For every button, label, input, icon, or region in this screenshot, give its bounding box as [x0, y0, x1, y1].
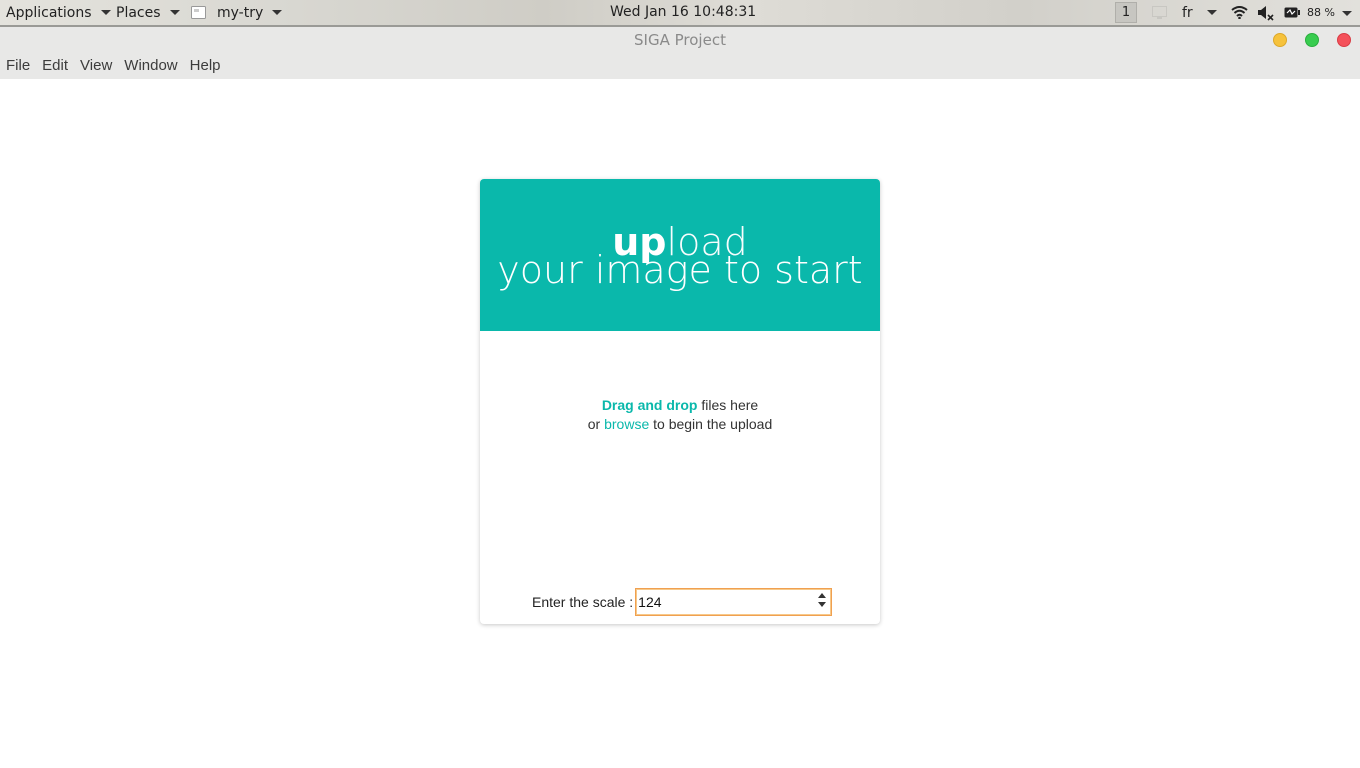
volume-muted-icon[interactable] — [1257, 5, 1275, 21]
clock[interactable]: Wed Jan 16 10:48:31 — [610, 0, 756, 25]
maximize-button[interactable] — [1305, 33, 1319, 47]
close-button[interactable] — [1337, 33, 1351, 47]
chevron-down-icon — [272, 10, 283, 15]
wifi-icon[interactable] — [1231, 6, 1248, 19]
upload-card[interactable]: upload your image to start Drag and drop… — [480, 179, 880, 624]
menu-bar: File Edit View Window Help — [0, 53, 1360, 79]
chevron-down-icon — [1206, 10, 1217, 15]
scale-label: Enter the scale : — [532, 594, 634, 610]
battery-icon[interactable] — [1284, 7, 1300, 18]
window-title: SIGA Project — [634, 31, 726, 49]
stepper-down-icon[interactable] — [818, 602, 827, 607]
top-panel: Applications Places my-try Wed Jan 16 10… — [0, 0, 1360, 27]
drop-zone[interactable]: Drag and drop files here or browse to be… — [480, 396, 880, 434]
stepper-up-icon[interactable] — [818, 593, 827, 598]
applications-menu[interactable]: Applications — [6, 0, 111, 25]
menu-edit[interactable]: Edit — [36, 53, 74, 79]
window-icon — [191, 6, 206, 19]
places-label: Places — [116, 4, 161, 21]
applications-label: Applications — [6, 4, 92, 21]
upload-header: upload your image to start — [480, 179, 880, 331]
chevron-down-icon — [169, 10, 180, 15]
scale-field[interactable] — [635, 588, 833, 616]
begin-upload-text: to begin the upload — [649, 416, 773, 432]
keyboard-layout-menu[interactable]: fr — [1182, 0, 1217, 25]
app-menu[interactable]: my-try — [191, 0, 283, 25]
drag-and-drop-text: Drag and drop — [601, 397, 698, 413]
scale-stepper[interactable] — [818, 593, 827, 611]
or-text: or — [587, 416, 605, 432]
places-menu[interactable]: Places — [116, 0, 180, 25]
menu-view[interactable]: View — [74, 53, 118, 79]
upload-subheading: your image to start — [497, 248, 863, 292]
battery-percent: 88 % — [1307, 6, 1335, 19]
files-here-text: files here — [697, 397, 759, 413]
system-menu-chevron-icon[interactable] — [1342, 11, 1352, 16]
scale-row: Enter the scale : — [532, 588, 833, 616]
window-titlebar[interactable]: SIGA Project — [0, 27, 1360, 53]
minimize-button[interactable] — [1273, 33, 1287, 47]
workspace-indicator[interactable]: 1 — [1115, 2, 1137, 23]
browse-link[interactable]: browse — [604, 416, 649, 432]
scale-input[interactable] — [638, 591, 809, 613]
menu-window[interactable]: Window — [118, 53, 183, 79]
menu-file[interactable]: File — [0, 53, 36, 79]
chevron-down-icon — [100, 10, 111, 15]
screen-icon[interactable] — [1152, 6, 1167, 19]
app-label: my-try — [217, 4, 264, 21]
keyboard-layout-label: fr — [1182, 4, 1193, 21]
menu-help[interactable]: Help — [184, 53, 227, 79]
